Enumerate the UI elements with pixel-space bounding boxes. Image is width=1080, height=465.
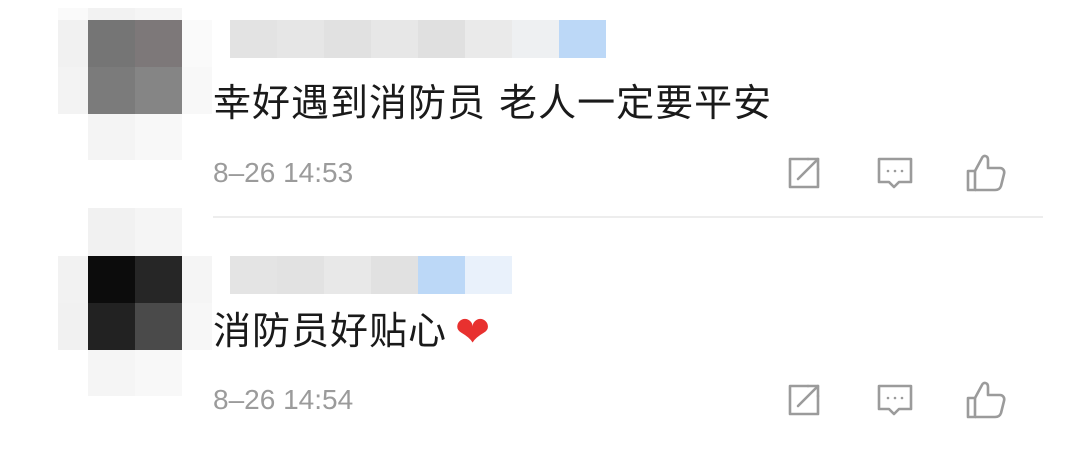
- comment-text: 消防员好贴心 ❤: [213, 307, 492, 356]
- reply-button[interactable]: [873, 151, 917, 195]
- like-icon: [966, 154, 1006, 192]
- like-button[interactable]: [964, 378, 1008, 422]
- username-redacted[interactable]: [230, 20, 606, 58]
- username-redacted[interactable]: [230, 256, 512, 294]
- share-icon: [788, 157, 820, 189]
- like-button[interactable]: [964, 151, 1008, 195]
- comment-actions: [782, 151, 1008, 195]
- share-icon: [788, 384, 820, 416]
- comment-icon: [877, 384, 913, 416]
- comment-item: 幸好遇到消防员 老人一定要平安 8–26 14:53: [0, 0, 1080, 218]
- like-icon: [966, 381, 1006, 419]
- comment-item: 消防员好贴心 ❤ 8–26 14:54: [0, 208, 1080, 465]
- avatar[interactable]: [58, 208, 212, 396]
- comment-icon: [877, 157, 913, 189]
- comment-timestamp: 8–26 14:54: [213, 384, 354, 415]
- share-button[interactable]: [782, 378, 826, 422]
- comment-actions: [782, 378, 1008, 422]
- reply-button[interactable]: [873, 378, 917, 422]
- comment-timestamp: 8–26 14:53: [213, 157, 354, 188]
- avatar[interactable]: [58, 8, 212, 160]
- comment-text: 幸好遇到消防员 老人一定要平安: [213, 81, 773, 125]
- heart-emoji: ❤: [455, 307, 492, 356]
- share-button[interactable]: [782, 151, 826, 195]
